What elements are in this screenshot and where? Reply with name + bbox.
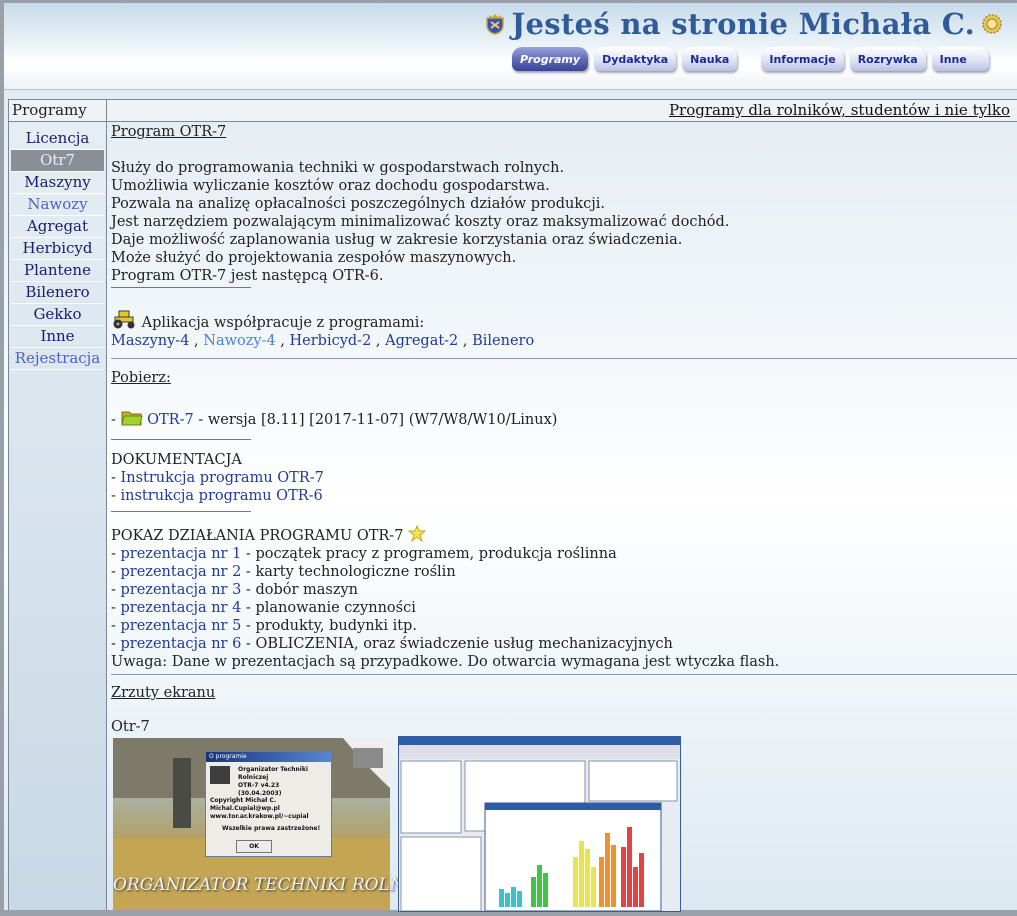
description: Służy do programowania techniki w gospod…: [111, 159, 729, 294]
presentation-desc: - planowanie czynności: [241, 600, 416, 616]
program-title: Program OTR-7: [111, 124, 227, 140]
link-bilenero[interactable]: Bilenero: [472, 333, 534, 349]
sun-emblem-icon: [982, 14, 1002, 34]
dialog-line: OTR-7 v4.23: [238, 782, 280, 789]
link-prezentacja-1[interactable]: prezentacja nr 1: [121, 546, 242, 562]
description-line: Może służyć do projektowania zespołów ma…: [111, 250, 517, 266]
link-prezentacja-4[interactable]: prezentacja nr 4: [121, 600, 242, 616]
sidebar-item-agregat[interactable]: Agregat: [11, 216, 104, 238]
link-nawozy-4[interactable]: Nawozy-4: [203, 333, 275, 349]
sidebar-menu: Licencja Otr7 Maszyny Nawozy Agregat Her…: [9, 128, 106, 370]
sidebar-item-inne[interactable]: Inne: [11, 326, 104, 348]
sidebar-item-licencja[interactable]: Licencja: [11, 128, 104, 150]
link-instrukcja-otr6[interactable]: instrukcja programu OTR-6: [121, 488, 323, 504]
sidebar-item-herbicyd[interactable]: Herbicyd: [11, 238, 104, 260]
link-prezentacja-6[interactable]: prezentacja nr 6: [121, 636, 242, 652]
description-line: Pozwala na analizę opłacalności poszczeg…: [111, 196, 605, 212]
sidebar-item-rejestracja[interactable]: Rejestracja: [11, 348, 104, 370]
tab-rozrywka[interactable]: Rozrywka: [849, 47, 926, 71]
presentation-desc: - dobór maszyn: [241, 582, 359, 598]
tractor-thumb: [210, 766, 230, 784]
download-row: - OTR-7 - wersja [8.11] [2017-11-07] (W7…: [111, 408, 557, 446]
dialog-line: Organizator Techniki Rolniczej: [238, 766, 308, 781]
description-line: Program OTR-7 jest następcą OTR-6.: [111, 268, 384, 284]
tab-inne[interactable]: Inne: [931, 47, 989, 71]
sidebar-item-plantene[interactable]: Plantene: [11, 260, 104, 282]
cooperation-section: Aplikacja współpracuje z programami: Mas…: [111, 309, 534, 350]
screenshot-app-chart[interactable]: [398, 736, 681, 912]
link-herbicyd-2[interactable]: Herbicyd-2: [290, 333, 372, 349]
sidebar-heading: Programy: [9, 99, 106, 122]
description-line: Daje możliwość zaplanowania usług w zakr…: [111, 232, 683, 248]
download-version: - wersja [8.11] [2017-11-07] (W7/W8/W10/…: [193, 412, 558, 428]
tab-informacje[interactable]: Informacje: [761, 47, 844, 71]
cooperation-text: Aplikacja współpracuje z programami:: [141, 315, 425, 331]
folder-icon: [120, 411, 143, 426]
screenshot-splash[interactable]: O programie Organizator Techniki Rolnicz…: [113, 738, 456, 910]
link-instrukcja-otr7[interactable]: Instrukcja programu OTR-7: [121, 470, 324, 486]
section-divider: [111, 358, 1017, 359]
link-prezentacja-2[interactable]: prezentacja nr 2: [121, 564, 242, 580]
sidebar-item-bilenero[interactable]: Bilenero: [11, 282, 104, 304]
new-star-icon: [408, 525, 427, 543]
site-title-text: Jesteś na stronie Michała C.: [511, 7, 975, 41]
link-prezentacja-3[interactable]: prezentacja nr 3: [121, 582, 242, 598]
dialog-line: Michal.Cupial@wp.pl: [210, 805, 280, 812]
download-heading: Pobierz:: [111, 370, 171, 386]
app-screenshot-art: [399, 737, 680, 912]
demo-heading: POKAZ DZIAŁANIA PROGRAMU OTR-7: [111, 528, 404, 544]
link-maszyny-4[interactable]: Maszyny-4: [111, 333, 189, 349]
docs-heading: DOKUMENTACJA: [111, 452, 242, 468]
presentation-desc: - karty technologiczne roślin: [241, 564, 456, 580]
demo-section: POKAZ DZIAŁANIA PROGRAMU OTR-7 - prezent…: [111, 525, 779, 671]
sidebar: Programy Licencja Otr7 Maszyny Nawozy Ag…: [8, 99, 107, 910]
dialog-line: www.tor.ar.krakow.pl/~cupial: [210, 813, 309, 820]
tab-dydaktyka[interactable]: Dydaktyka: [594, 47, 677, 71]
download-link-otr7[interactable]: OTR-7: [147, 412, 194, 428]
presentation-desc: - OBLICZENIA, oraz świadczenie usług mec…: [241, 636, 673, 652]
demo-note: Uwaga: Dane w prezentacjach są przypadko…: [111, 654, 780, 670]
top-nav-tabs: Programy Dydaktyka Nauka Informacje Rozr…: [512, 47, 989, 71]
main-heading: Programy dla rolników, studentów i nie t…: [107, 99, 1017, 122]
section-divider: [111, 674, 1017, 675]
site-title: Jesteś na stronie Michała C.: [484, 7, 1004, 41]
tab-programy[interactable]: Programy: [512, 47, 589, 71]
main-content: Programy dla rolników, studentów i nie t…: [106, 99, 1017, 912]
dialog-line: Copyright Michał C.: [210, 797, 277, 804]
docs-section: DOKUMENTACJA - Instrukcja programu OTR-7…: [111, 451, 324, 518]
dialog-ok-button[interactable]: OK: [236, 840, 272, 853]
description-line: Umożliwia wyliczanie kosztów oraz dochod…: [111, 178, 550, 194]
divider: [111, 287, 251, 288]
sidebar-item-gekko[interactable]: Gekko: [11, 304, 104, 326]
screenshots-heading: Zrzuty ekranu: [111, 685, 216, 701]
splash-banner: ORGANIZATOR TECHNIKI ROLNICZEJ: [113, 875, 456, 895]
divider: [111, 439, 251, 440]
tractor-icon: [113, 310, 135, 329]
sidebar-item-otr7[interactable]: Otr7: [11, 150, 104, 172]
divider: [111, 511, 251, 512]
sidebar-item-maszyny[interactable]: Maszyny: [11, 172, 104, 194]
presentation-desc: - produkty, budynki itp.: [241, 618, 417, 634]
description-line: Służy do programowania techniki w gospod…: [111, 160, 565, 176]
screenshots-caption: Otr-7: [111, 719, 150, 735]
tab-nauka[interactable]: Nauka: [682, 47, 738, 71]
dialog-title: O programie: [206, 752, 331, 762]
description-line: Jest narzędziem pozwalającym minimalizow…: [111, 214, 730, 230]
link-agregat-2[interactable]: Agregat-2: [385, 333, 458, 349]
dialog-line: Wszelkie prawa zastrzeżone!: [222, 825, 321, 832]
presentation-desc: - początek pracy z programem, produkcja …: [241, 546, 617, 562]
about-dialog: O programie Organizator Techniki Rolnicz…: [205, 751, 332, 857]
site-header: Jesteś na stronie Michała C. Programy Dy…: [4, 3, 1017, 90]
crest-icon: [485, 14, 504, 35]
sidebar-item-nawozy[interactable]: Nawozy: [11, 194, 104, 216]
link-prezentacja-5[interactable]: prezentacja nr 5: [121, 618, 242, 634]
